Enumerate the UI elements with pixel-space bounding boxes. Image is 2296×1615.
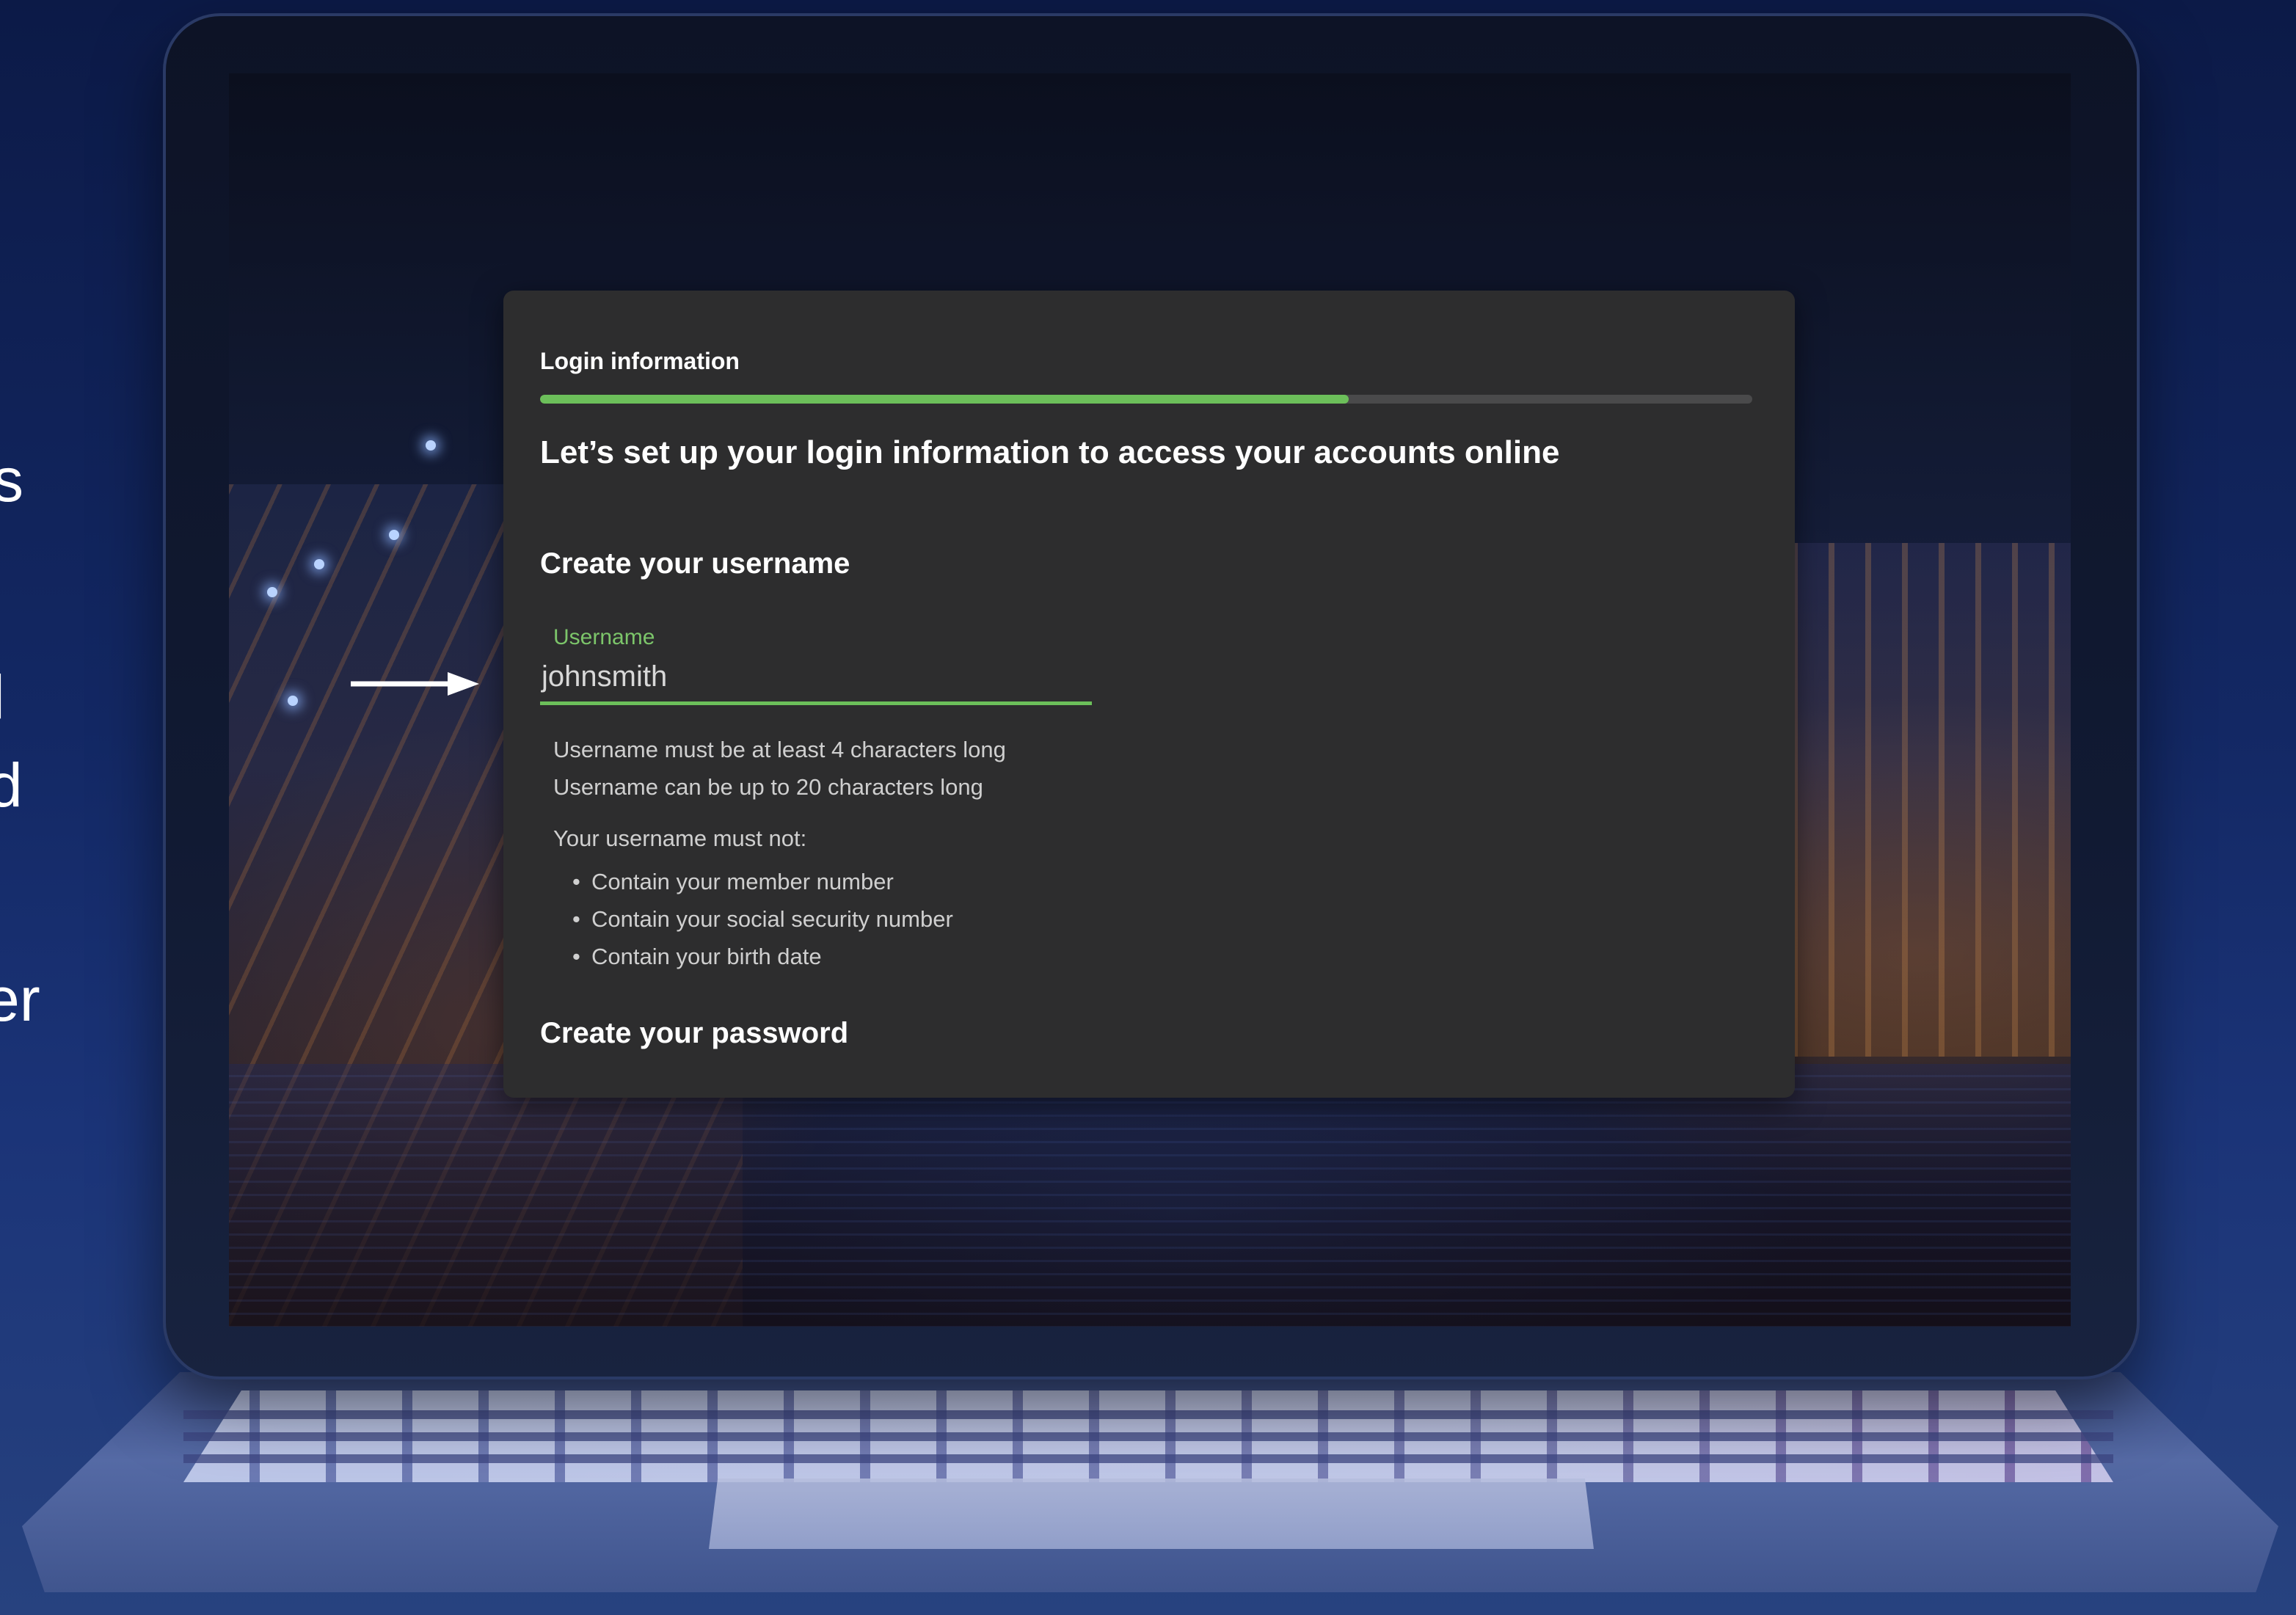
keyboard-row-gap <box>183 1432 2113 1441</box>
username-field-label: Username <box>553 625 655 649</box>
bridge-light <box>267 587 277 597</box>
list-item: Contain your member number <box>572 863 953 900</box>
password-section-title: Create your password <box>540 1017 849 1049</box>
side-text-2: l <box>0 666 5 728</box>
list-item: Contain your birth date <box>572 938 953 975</box>
side-text-1: s <box>0 445 23 514</box>
bridge-right-background <box>1792 543 2071 1057</box>
username-hint-max-length: Username can be up to 20 characters long <box>553 774 983 800</box>
arrow-right-icon <box>351 672 479 696</box>
trackpad <box>709 1479 1594 1549</box>
bridge-light <box>426 440 436 451</box>
bridge-light <box>288 696 298 706</box>
username-rules-title: Your username must not: <box>553 825 807 851</box>
keyboard-row-gap <box>183 1410 2113 1419</box>
username-section-title: Create your username <box>540 547 850 580</box>
side-text-3: d <box>0 751 23 820</box>
username-input-value: johnsmith <box>542 660 668 693</box>
progress-bar <box>540 395 1752 404</box>
keyboard-row-gap <box>183 1454 2113 1463</box>
username-input-underline <box>540 701 1092 705</box>
side-text-4: er <box>0 965 40 1034</box>
progress-bar-fill <box>540 395 1349 404</box>
bridge-light <box>314 559 324 569</box>
page-headline: Let’s set up your login information to a… <box>540 434 1560 470</box>
step-title: Login information <box>540 348 740 374</box>
bridge-light <box>389 530 399 540</box>
river-background <box>229 1064 2071 1327</box>
username-hint-min-length: Username must be at least 4 characters l… <box>553 737 1006 762</box>
login-info-dialog: Login information Let’s set up your logi… <box>503 291 1795 1098</box>
list-item: Contain your social security number <box>572 900 953 938</box>
username-rules-list: Contain your member number Contain your … <box>572 863 953 975</box>
